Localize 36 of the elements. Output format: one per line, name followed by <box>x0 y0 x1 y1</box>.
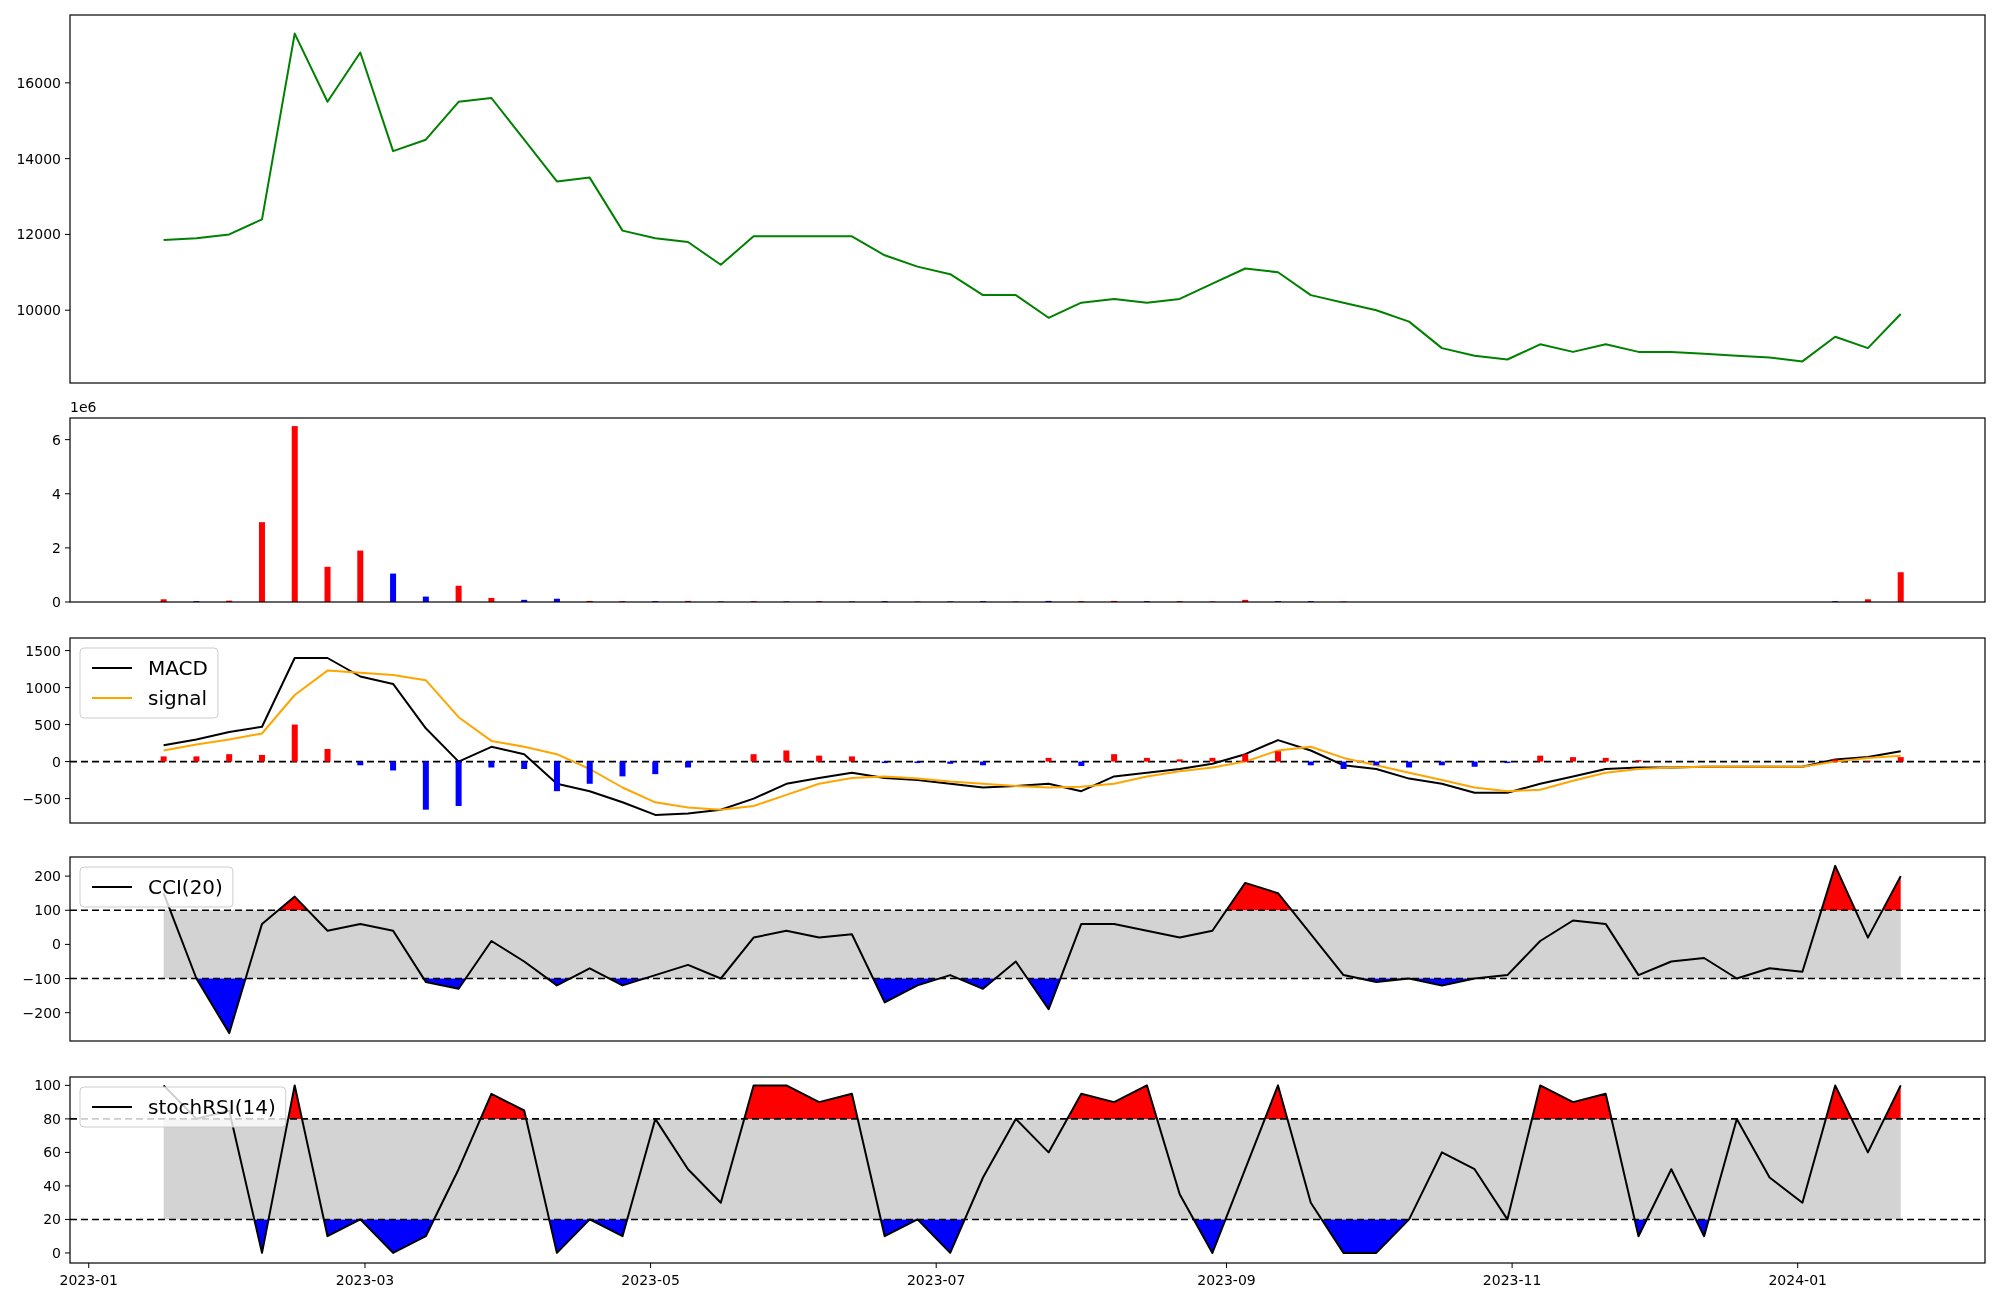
tick-label: 2024-01 <box>1768 1272 1827 1288</box>
legend-label: CCI(20) <box>148 875 223 899</box>
tick-label: 6 <box>52 431 61 448</box>
tick-label: 0 <box>52 1244 61 1261</box>
tick-label: 16000 <box>16 74 61 91</box>
tick-label: 12000 <box>16 226 61 243</box>
tick-label: 10000 <box>16 302 61 319</box>
tick-label: 0 <box>52 753 61 770</box>
tick-label: 14000 <box>16 150 61 167</box>
tick-label: 1000 <box>25 679 61 696</box>
tick-label: 2 <box>52 539 61 556</box>
tick-label: 2023-09 <box>1197 1272 1256 1288</box>
legend-label: MACD <box>148 656 208 680</box>
tick-label: 100 <box>34 1077 61 1094</box>
tick-label: −200 <box>22 1004 61 1021</box>
tick-label: −500 <box>22 790 61 807</box>
tick-label: 40 <box>43 1177 61 1194</box>
tick-label: 2023-03 <box>335 1272 395 1288</box>
legend-label: signal <box>148 686 208 710</box>
tick-label: 500 <box>34 716 61 733</box>
tick-label: −100 <box>22 970 61 987</box>
tick-label: 80 <box>43 1110 61 1127</box>
tick-label: 2023-07 <box>906 1272 966 1288</box>
tick-label: 20 <box>43 1211 61 1228</box>
tick-label: 60 <box>43 1144 61 1161</box>
tick-label: 100 <box>34 902 61 919</box>
tick-label: 0 <box>52 594 61 610</box>
tick-label: 2023-05 <box>621 1272 680 1288</box>
tick-label: 2023-11 <box>1482 1272 1542 1288</box>
tick-label: 0 <box>52 936 61 953</box>
tick-label: 200 <box>34 868 61 885</box>
tick-label: 1500 <box>25 642 61 659</box>
legend-label: stochRSI(14) <box>148 1095 276 1119</box>
axis-multiplier-label: 1e6 <box>70 400 97 415</box>
tick-label: 2023-01 <box>59 1272 118 1288</box>
tick-label: 4 <box>52 485 61 502</box>
